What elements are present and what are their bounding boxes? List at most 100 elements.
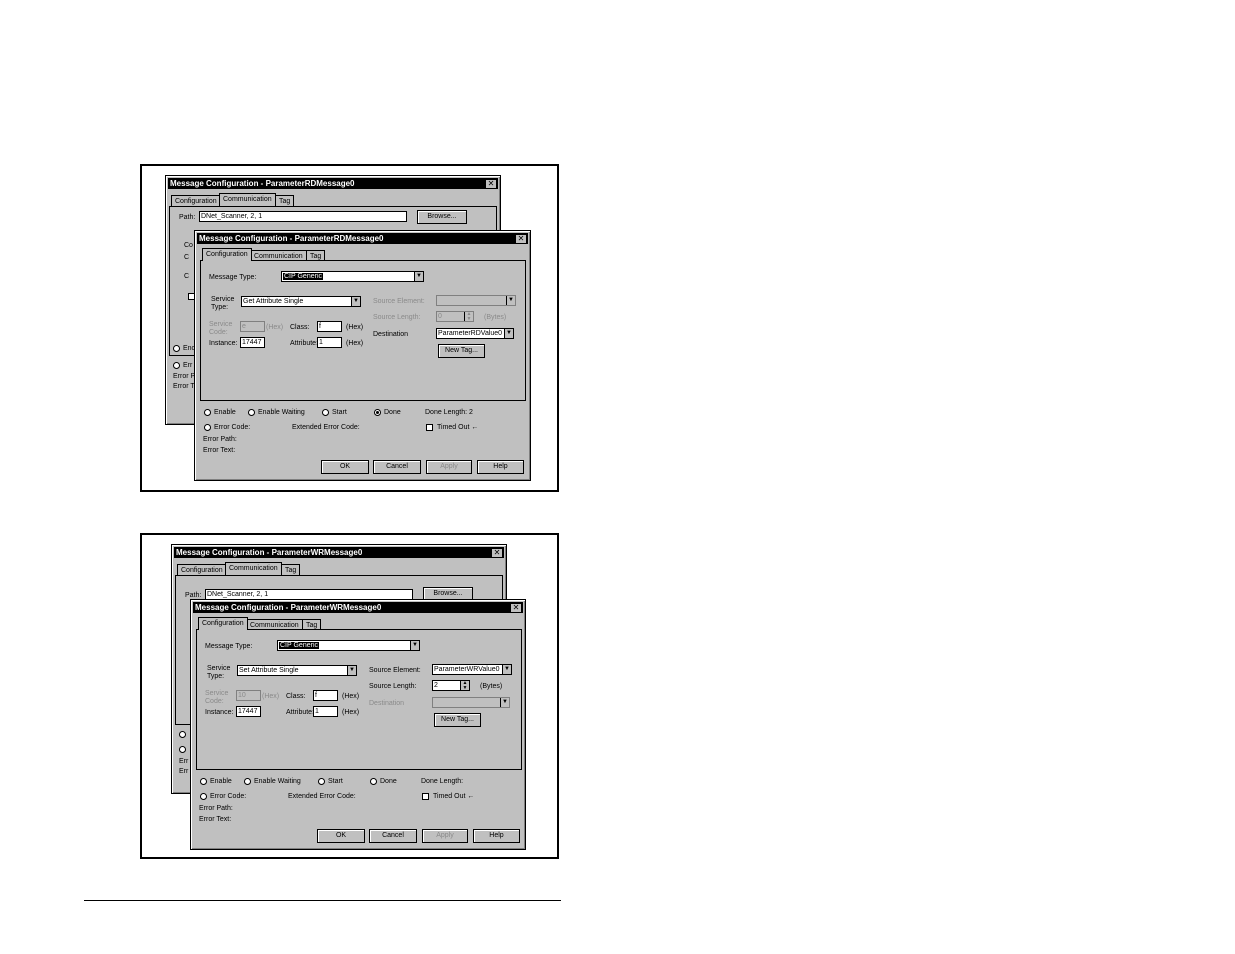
hex-label: (Hex) bbox=[342, 693, 360, 700]
chevron-down-icon[interactable]: ▼ bbox=[502, 665, 511, 674]
destination-select[interactable]: ParameterRDValue0 ▼ bbox=[436, 328, 514, 339]
chevron-down-icon[interactable]: ▼ bbox=[504, 329, 513, 338]
apply-button[interactable]: Apply bbox=[422, 829, 468, 843]
hex-label: (Hex) bbox=[346, 340, 364, 347]
new-tag-button[interactable]: New Tag... bbox=[434, 713, 481, 727]
bytes-label: (Bytes) bbox=[480, 683, 503, 690]
service-type-label: Type: bbox=[211, 304, 229, 311]
partial-radio[interactable] bbox=[173, 362, 180, 369]
tab-configuration[interactable]: Configuration bbox=[171, 195, 221, 206]
chevron-down-icon[interactable]: ▼ bbox=[506, 296, 515, 305]
source-length-stepper[interactable]: 0 ▲ ▼ bbox=[436, 311, 474, 322]
close-icon[interactable]: ✕ bbox=[491, 548, 503, 558]
tab-tag[interactable]: Tag bbox=[275, 195, 295, 206]
enable-radio[interactable] bbox=[204, 409, 211, 416]
service-type-select[interactable]: Set Attribute Single ▼ bbox=[237, 665, 357, 676]
source-length-label: Source Length: bbox=[369, 683, 417, 690]
partial-radio[interactable] bbox=[179, 746, 186, 753]
service-code-input[interactable]: 10 bbox=[236, 690, 261, 701]
source-element-select[interactable]: ▼ bbox=[436, 295, 516, 306]
done-label: Done bbox=[380, 778, 397, 785]
enable-waiting-radio[interactable] bbox=[244, 778, 251, 785]
attribute-input[interactable]: 1 bbox=[317, 337, 342, 348]
help-button[interactable]: Help bbox=[473, 829, 520, 843]
instance-input[interactable]: 17447 bbox=[236, 706, 261, 717]
instance-input[interactable]: 17447 bbox=[240, 337, 265, 348]
cancel-button[interactable]: Cancel bbox=[373, 460, 421, 474]
attribute-input[interactable]: 1 bbox=[313, 706, 338, 717]
enable-label: Enable bbox=[214, 409, 236, 416]
destination-label: Destination bbox=[373, 331, 409, 338]
source-element-value: ParameterWRValue0 bbox=[434, 666, 500, 673]
tab-communication[interactable]: Communication bbox=[225, 562, 282, 575]
source-element-label: Source Element: bbox=[369, 667, 421, 674]
tab-configuration[interactable]: Configuration bbox=[198, 617, 248, 630]
chevron-down-icon[interactable]: ▼ bbox=[351, 297, 360, 306]
help-button[interactable]: Help bbox=[477, 460, 524, 474]
start-radio[interactable] bbox=[322, 409, 329, 416]
cancel-button[interactable]: Cancel bbox=[369, 829, 417, 843]
message-type-select[interactable]: CIP Generic ▼ bbox=[277, 640, 420, 651]
partial-radio[interactable] bbox=[173, 345, 180, 352]
start-radio[interactable] bbox=[318, 778, 325, 785]
destination-value: ParameterRDValue0 bbox=[438, 330, 503, 337]
timed-out-checkbox[interactable] bbox=[422, 793, 429, 800]
source-element-label: Source Element: bbox=[373, 298, 425, 305]
tab-communication[interactable]: Communication bbox=[219, 193, 276, 206]
tab-configuration[interactable]: Configuration bbox=[202, 248, 252, 261]
error-code-radio[interactable] bbox=[204, 424, 211, 431]
error-code-radio[interactable] bbox=[200, 793, 207, 800]
destination-label: Destination bbox=[369, 700, 405, 707]
apply-button[interactable]: Apply bbox=[426, 460, 472, 474]
message-type-value: CIP Generic bbox=[279, 642, 319, 649]
chevron-down-icon[interactable]: ▼ bbox=[414, 272, 423, 281]
path-input[interactable]: DNet_Scanner, 2, 1 bbox=[199, 211, 407, 222]
class-input[interactable]: f bbox=[313, 690, 338, 701]
timed-out-checkbox[interactable] bbox=[426, 424, 433, 431]
new-tag-button[interactable]: New Tag... bbox=[438, 344, 485, 358]
extended-error-code-label: Extended Error Code: bbox=[288, 793, 356, 800]
service-code-input[interactable]: e bbox=[240, 321, 265, 332]
error-code-label: Error Code: bbox=[214, 424, 251, 431]
error-code-label: Error Code: bbox=[210, 793, 247, 800]
ok-button[interactable]: OK bbox=[317, 829, 365, 843]
attribute-label: Attribute: bbox=[290, 340, 319, 347]
service-code-label: Code: bbox=[209, 329, 228, 336]
browse-button[interactable]: Browse... bbox=[417, 210, 467, 224]
chevron-down-icon[interactable]: ▼ bbox=[347, 666, 356, 675]
enable-radio[interactable] bbox=[200, 778, 207, 785]
ok-button[interactable]: OK bbox=[321, 460, 369, 474]
source-length-stepper[interactable]: 2 ▲ ▼ bbox=[432, 680, 470, 691]
done-radio[interactable] bbox=[370, 778, 377, 785]
class-input[interactable]: f bbox=[317, 321, 342, 332]
done-radio[interactable] bbox=[374, 409, 381, 416]
service-type-value: Get Attribute Single bbox=[243, 298, 304, 305]
chevron-down-icon[interactable]: ▼ bbox=[500, 698, 509, 707]
partial-label: C bbox=[184, 273, 190, 280]
spinner-icon[interactable]: ▲ ▼ bbox=[460, 681, 469, 690]
hex-label: (Hex) bbox=[346, 324, 364, 331]
service-type-value: Set Attribute Single bbox=[239, 667, 299, 674]
tab-configuration[interactable]: Configuration bbox=[177, 564, 227, 575]
class-label: Class: bbox=[286, 693, 306, 700]
partial-radio[interactable] bbox=[179, 731, 186, 738]
service-code-label: Code: bbox=[205, 698, 224, 705]
source-element-select[interactable]: ParameterWRValue0 ▼ bbox=[432, 664, 512, 675]
service-type-select[interactable]: Get Attribute Single ▼ bbox=[241, 296, 361, 307]
destination-select[interactable]: ▼ bbox=[432, 697, 510, 708]
enable-label: Enable bbox=[210, 778, 232, 785]
dialog-title: Message Configuration - ParameterWRMessa… bbox=[193, 602, 523, 613]
start-label: Start bbox=[328, 778, 343, 785]
class-label: Class: bbox=[290, 324, 310, 331]
message-type-select[interactable]: CIP Generic ▼ bbox=[281, 271, 424, 282]
chevron-down-icon[interactable]: ▼ bbox=[410, 641, 419, 650]
tab-tag[interactable]: Tag bbox=[281, 564, 301, 575]
close-icon[interactable]: ✕ bbox=[515, 234, 527, 244]
spinner-icon[interactable]: ▲ ▼ bbox=[464, 312, 473, 321]
hex-label: (Hex) bbox=[266, 324, 284, 331]
close-icon[interactable]: ✕ bbox=[485, 179, 497, 189]
error-path-label: Error Path: bbox=[203, 436, 237, 443]
timed-out-label: Timed Out ← bbox=[437, 424, 479, 431]
close-icon[interactable]: ✕ bbox=[510, 603, 522, 613]
enable-waiting-radio[interactable] bbox=[248, 409, 255, 416]
